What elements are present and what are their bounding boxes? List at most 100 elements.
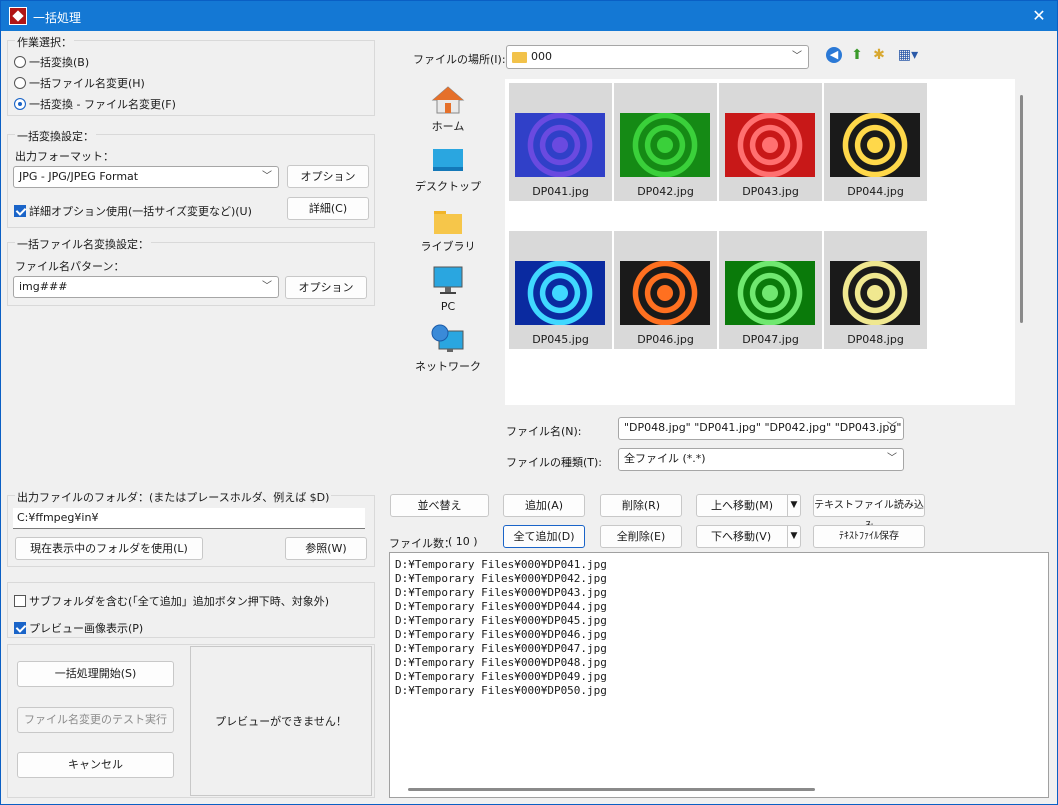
list-item[interactable]: D:¥Temporary Files¥000¥DP046.jpg [390,628,1048,642]
format-option-button[interactable]: オプション [287,165,369,188]
file-thumbnail[interactable]: DP044.jpg [824,83,927,201]
title-bar: 一括処理 ✕ [1,1,1057,31]
filetype-select[interactable]: 全ファイル (*.*) ﹀ [618,448,904,471]
list-item[interactable]: D:¥Temporary Files¥000¥DP048.jpg [390,656,1048,670]
window-title: 一括処理 [33,11,82,25]
format-label: 出力フォーマット： [15,150,114,163]
mode-radio-convert[interactable]: 一括変換(B) [14,54,89,70]
file-thumbnail[interactable]: DP047.jpg [719,231,822,349]
new-folder-icon[interactable]: ✱ [871,47,887,63]
location-label: ファイルの場所(I): [413,53,506,66]
mode-radio-convert-rename[interactable]: 一括変換 - ファイル名変更(F) [14,96,176,112]
preview-area: プレビューができません！ [190,646,372,796]
preview-checkbox[interactable]: プレビュー画像表示(P) [14,620,143,636]
list-item[interactable]: D:¥Temporary Files¥000¥DP044.jpg [390,600,1048,614]
pattern-option-button[interactable]: オプション [285,276,367,299]
radio-icon [14,77,26,89]
remove-all-button[interactable]: 全削除(E) [600,525,682,548]
list-item[interactable]: D:¥Temporary Files¥000¥DP042.jpg [390,572,1048,586]
chevron-down-icon: ﹀ [262,281,272,292]
rename-group-label: 一括ファイル名変換設定： [15,236,151,252]
image-preview [620,261,710,325]
browser-scrollbar[interactable] [1020,95,1023,323]
close-icon[interactable]: ✕ [1029,6,1049,26]
browse-button[interactable]: 参照(W) [285,537,367,560]
file-name: DP042.jpg [637,185,694,198]
view-menu-icon[interactable]: ▦▾ [895,47,921,63]
image-preview [830,113,920,177]
app-icon [9,7,27,25]
move-up-button[interactable]: 上へ移動(M) ▼ [696,494,801,517]
radio-icon [14,56,26,68]
chevron-down-icon: ﹀ [887,422,897,433]
desktop-icon [433,149,463,171]
load-text-button[interactable]: テキストファイル読み込み [813,494,925,532]
test-rename-button: ファイル名変更のテスト実行 [17,707,174,733]
image-preview [725,113,815,177]
add-button[interactable]: 追加(A) [503,494,585,517]
checkbox-checked-icon [14,622,26,634]
image-preview [515,261,605,325]
start-batch-button[interactable]: 一括処理開始(S) [17,661,174,687]
file-name: DP048.jpg [847,333,904,346]
filetype-label: ファイルの種類(T): [506,456,603,469]
batch-window: 一括処理 ✕ 作業選択： 一括変換(B) 一括ファイル名変更(H) 一括変換 -… [0,0,1058,805]
image-preview [620,113,710,177]
back-icon[interactable]: ◀ [826,47,842,63]
up-folder-icon[interactable]: ⬆ [849,47,865,63]
network-icon [431,324,464,352]
file-name: DP046.jpg [637,333,694,346]
file-thumbnail[interactable]: DP041.jpg [509,83,612,201]
move-down-button[interactable]: 下へ移動(V) ▼ [696,525,801,548]
file-thumbnail[interactable]: DP042.jpg [614,83,717,201]
add-all-button[interactable]: 全て追加(D) [503,525,585,548]
file-name: DP043.jpg [742,185,799,198]
list-item[interactable]: D:¥Temporary Files¥000¥DP047.jpg [390,642,1048,656]
image-preview [515,113,605,177]
file-name: DP041.jpg [532,185,589,198]
library-folder-icon [434,211,462,234]
pattern-select[interactable]: img### ﹀ [13,276,279,298]
list-item[interactable]: D:¥Temporary Files¥000¥DP049.jpg [390,670,1048,684]
save-text-button[interactable]: ﾃｷｽﾄﾌｧｲﾙ保存 [813,525,925,548]
place-home[interactable]: ホーム [396,85,500,134]
radio-selected-icon [14,98,26,110]
remove-button[interactable]: 削除(R) [600,494,682,517]
list-item[interactable]: D:¥Temporary Files¥000¥DP050.jpg [390,684,1048,698]
dropdown-arrow-icon[interactable]: ▼ [787,526,800,547]
pc-monitor-icon [433,266,463,294]
file-thumbnail[interactable]: DP045.jpg [509,231,612,349]
format-select[interactable]: JPG - JPG/JPEG Format ﹀ [13,166,279,188]
detail-option-checkbox[interactable]: 詳細オプション使用(一括サイズ変更など)(U) [14,203,252,219]
file-list[interactable]: D:¥Temporary Files¥000¥DP041.jpg D:¥Temp… [389,552,1049,798]
place-library[interactable]: ライブラリ [396,207,500,254]
chevron-down-icon: ﹀ [887,453,897,464]
filename-select[interactable]: "DP048.jpg" "DP041.jpg" "DP042.jpg" "DP0… [618,417,904,440]
file-thumbnail[interactable]: DP046.jpg [614,231,717,349]
image-preview [725,261,815,325]
sort-button[interactable]: 並べ替え [390,494,489,517]
place-network[interactable]: ネットワーク [396,323,500,374]
mode-radio-rename[interactable]: 一括ファイル名変更(H) [14,75,145,91]
use-current-folder-button[interactable]: 現在表示中のフォルダを使用(L) [15,537,203,560]
pattern-label: ファイル名パターン： [15,260,125,273]
list-item[interactable]: D:¥Temporary Files¥000¥DP043.jpg [390,586,1048,600]
output-folder-input[interactable]: C:¥ffmpeg¥in¥ [13,508,365,529]
file-thumbnail[interactable]: DP043.jpg [719,83,822,201]
list-item[interactable]: D:¥Temporary Files¥000¥DP045.jpg [390,614,1048,628]
place-desktop[interactable]: デスクトップ [396,147,500,194]
chevron-down-icon: ﹀ [262,171,272,182]
file-list-scrollbar[interactable] [408,788,815,791]
filename-label: ファイル名(N): [506,425,582,438]
detail-button[interactable]: 詳細(C) [287,197,369,220]
file-thumbnail[interactable]: DP048.jpg [824,231,927,349]
list-item[interactable]: D:¥Temporary Files¥000¥DP041.jpg [390,558,1048,572]
cancel-button[interactable]: キャンセル [17,752,174,778]
location-select[interactable]: 000 ﹀ [506,45,809,69]
dropdown-arrow-icon[interactable]: ▼ [787,495,800,516]
home-icon [431,86,465,114]
place-pc[interactable]: PC [396,265,500,313]
checkbox-icon [14,595,26,607]
subfolder-checkbox[interactable]: サブフォルダを含む(「全て追加」追加ボタン押下時、対象外) [14,593,329,609]
file-count-label: ファイル数： [389,537,455,550]
